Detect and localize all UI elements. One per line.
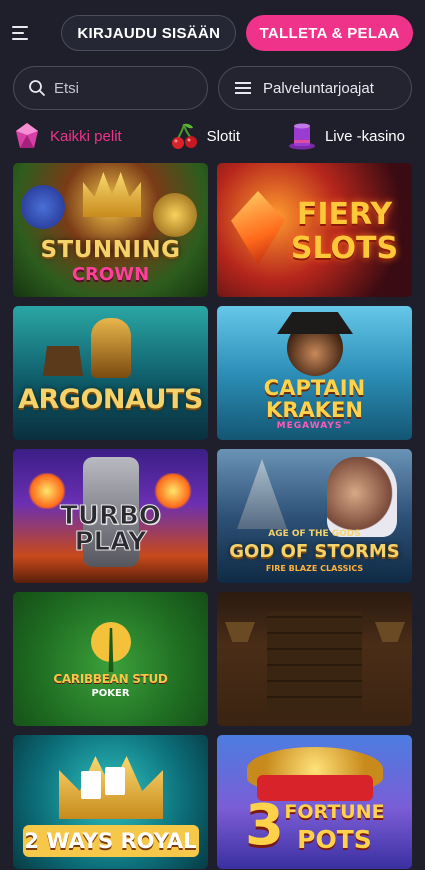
game-title: 2 WAYS ROYAL — [24, 829, 197, 853]
game-tile-3-fortune-pots[interactable]: 3 FORTUNE POTS — [217, 735, 412, 869]
game-tile-stunning-crown[interactable]: STUNNING CROWN — [13, 163, 208, 297]
game-tag: AGE OF THE GODS — [268, 529, 361, 539]
search-field[interactable] — [13, 66, 208, 110]
game-title: GOD OF STORMS — [229, 541, 400, 562]
game-title: ARGONAUTS — [18, 384, 203, 415]
hamburger-icon[interactable] — [12, 18, 41, 48]
game-tile-temple[interactable] — [217, 592, 412, 726]
category-tabs: Kaikki pelit Slotit Live -kasino — [0, 112, 425, 160]
game-title: CARIBBEAN STUD — [53, 672, 168, 686]
game-subtitle: CROWN — [71, 264, 150, 285]
providers-label: Palveluntarjoajat — [263, 79, 374, 97]
game-tile-turbo-play[interactable]: TURBO PLAY — [13, 449, 208, 583]
game-title: FIERY — [296, 197, 393, 232]
providers-button[interactable]: Palveluntarjoajat — [218, 66, 412, 110]
tab-all-games[interactable]: Kaikki pelit — [12, 121, 122, 151]
top-hat-icon — [288, 123, 315, 150]
game-subtitle: SLOTS — [290, 231, 399, 266]
tab-label: Kaikki pelit — [50, 127, 122, 145]
tab-slots[interactable]: Slotit — [169, 121, 240, 151]
tab-label: Live -kasino — [324, 127, 405, 145]
tab-label: Slotit — [206, 127, 240, 145]
game-subtitle: POKER — [91, 688, 130, 699]
game-tile-god-of-storms[interactable]: AGE OF THE GODS GOD OF STORMS FIRE BLAZE… — [217, 449, 412, 583]
search-icon — [29, 80, 45, 96]
game-title: STUNNING — [40, 237, 181, 263]
top-header: KIRJAUDU SISÄÄN TALLETA & PELAA — [0, 0, 425, 66]
cherry-icon — [171, 123, 197, 149]
game-title: CAPTAIN — [263, 376, 366, 400]
game-title: FORTUNE — [284, 801, 385, 823]
game-tag: MEGAWAYS™ — [276, 421, 353, 431]
game-tile-caribbean-stud[interactable]: CARIBBEAN STUD POKER — [13, 592, 208, 726]
tab-live-casino[interactable]: Live -kasino — [287, 121, 405, 151]
search-row: Palveluntarjoajat — [0, 66, 425, 110]
deposit-and-play-button[interactable]: TALLETA & PELAA — [246, 15, 413, 51]
game-subtitle: PLAY — [74, 527, 147, 558]
game-tile-fiery-slots[interactable]: FIERY SLOTS — [217, 163, 412, 297]
game-tile-2-ways-royal[interactable]: 2 WAYS ROYAL — [13, 735, 208, 869]
game-grid: STUNNING CROWN FIERY SLOTS ARGONAUTS CAP… — [0, 163, 425, 869]
game-tile-captain-kraken[interactable]: CAPTAIN KRAKEN MEGAWAYS™ — [217, 306, 412, 440]
login-button[interactable]: KIRJAUDU SISÄÄN — [61, 15, 237, 51]
search-input[interactable] — [54, 79, 194, 97]
list-icon — [235, 82, 251, 94]
game-subtitle: FIRE BLAZE CLASSICS — [265, 564, 364, 573]
game-subtitle: KRAKEN — [266, 398, 363, 422]
game-subtitle: POTS — [297, 825, 372, 854]
game-tile-argonauts[interactable]: ARGONAUTS — [13, 306, 208, 440]
gem-icon — [16, 123, 38, 148]
